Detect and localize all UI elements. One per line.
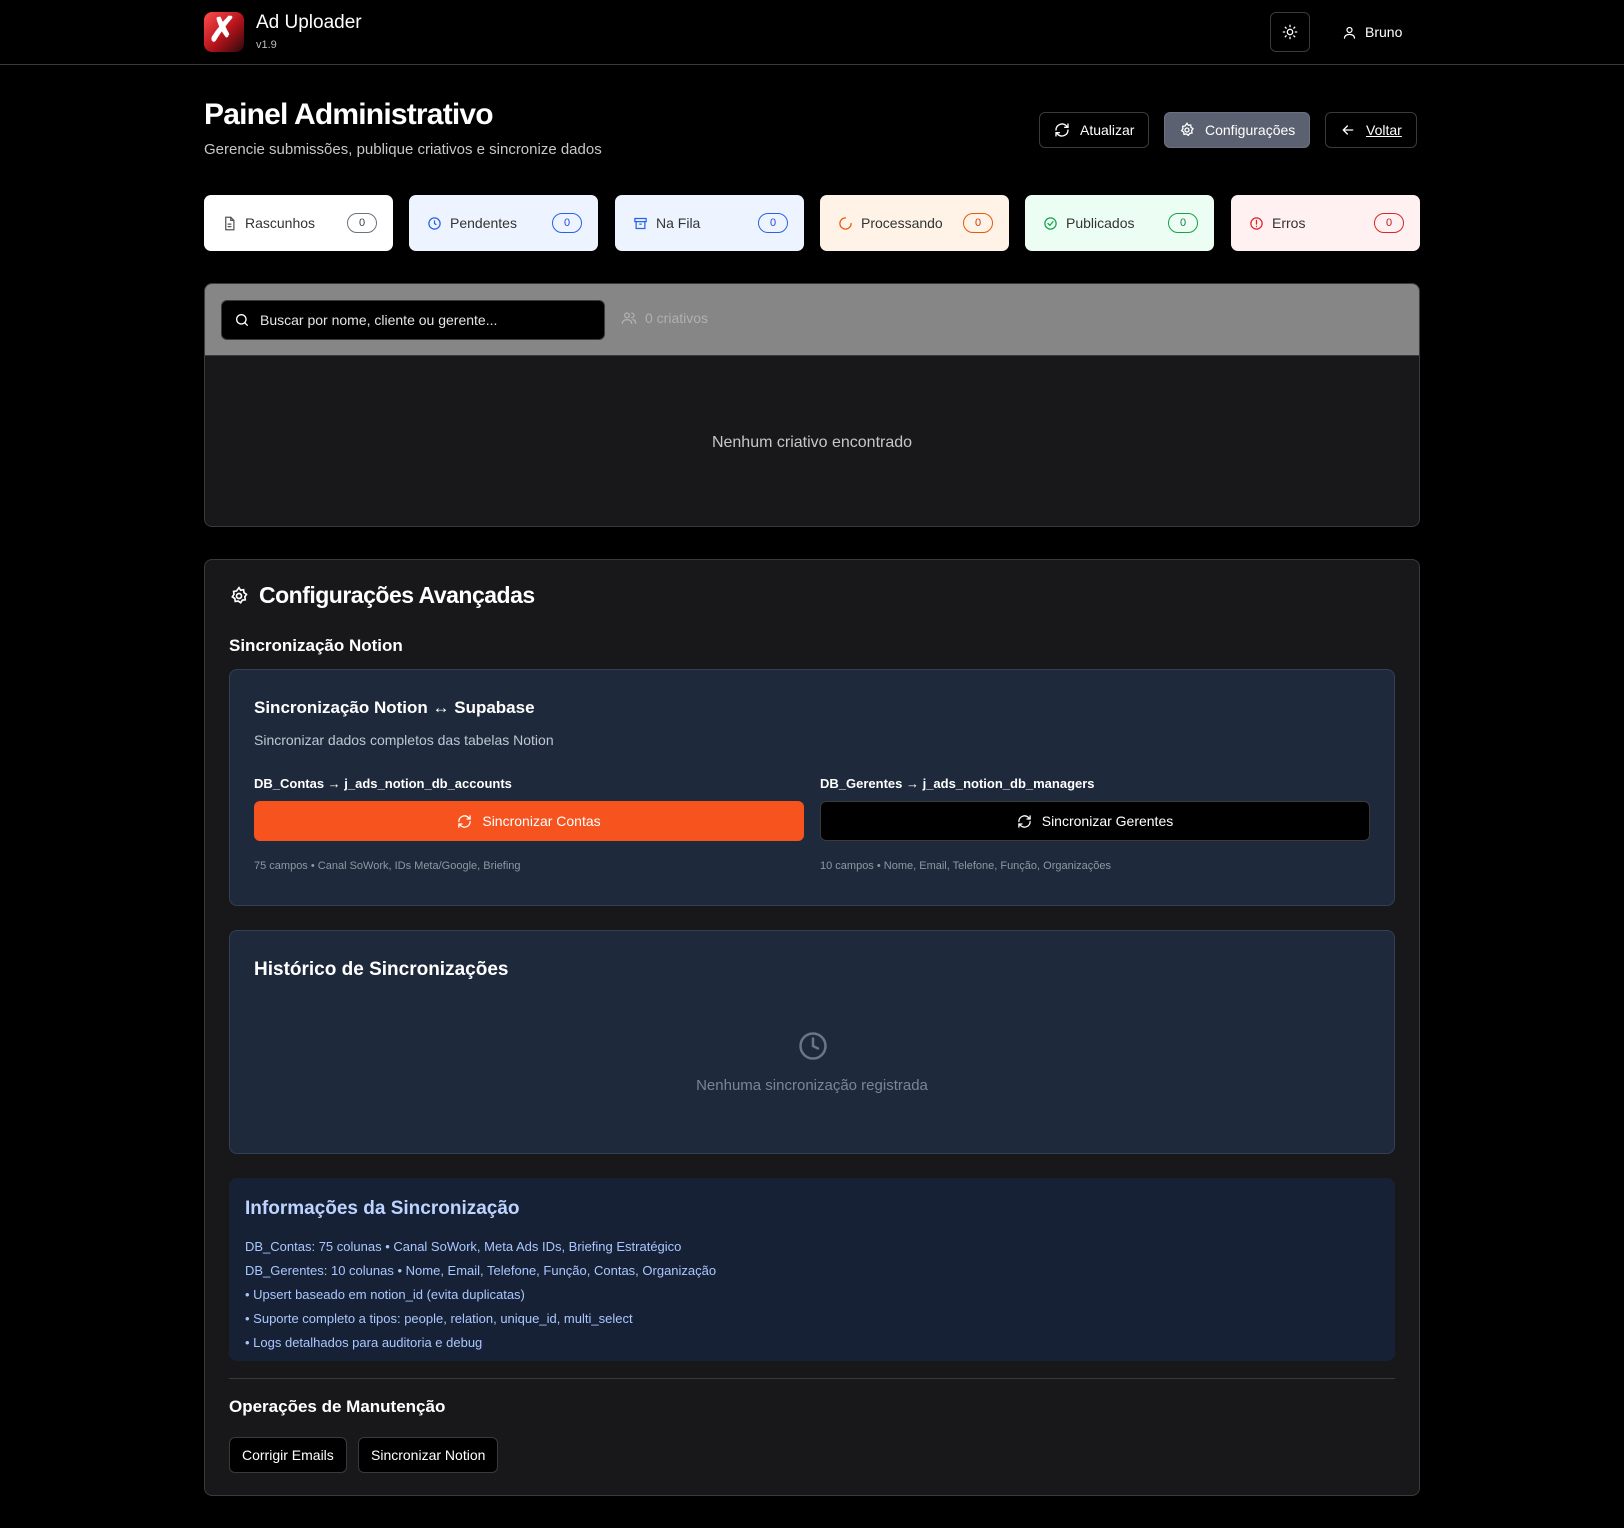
file-icon (225, 216, 235, 230)
notion-sync-card: Sincronização Notion ↔ Supabase Sincroni… (229, 669, 1395, 906)
spinner-icon (839, 216, 852, 230)
fix-emails-button[interactable]: Corrigir Emails (229, 1437, 347, 1473)
app-version: v1.9 (256, 39, 277, 51)
search-input[interactable] (260, 312, 590, 328)
sync-history-title: Histórico de Sincronizações (254, 959, 509, 980)
search-box[interactable] (221, 300, 605, 340)
sync-card-title: Sincronização Notion ↔ Supabase (254, 698, 535, 717)
list-item: • Logs detalhados para auditoria e debug (245, 1335, 483, 1350)
theme-toggle-button[interactable] (1270, 12, 1310, 52)
accounts-note: 75 campos • Canal SoWork, IDs Meta/Googl… (254, 860, 521, 872)
sync-managers-button[interactable]: Sincronizar Gerentes (820, 801, 1370, 841)
accounts-db-heading: DB_Contas → j_ads_notion_db_accounts (254, 776, 512, 791)
check-circle-icon (1044, 216, 1057, 230)
list-item: DB_Contas: 75 colunas • Canal SoWork, Me… (245, 1239, 682, 1254)
status-count: 0 (1168, 213, 1198, 233)
divider (229, 1378, 1395, 1379)
gear-icon (1180, 122, 1194, 137)
page-title: Painel Administrativo (204, 98, 494, 131)
advanced-settings-panel: Configurações Avançadas Sincronização No… (204, 559, 1420, 1496)
creatives-empty-message: Nenhum criativo encontrado (711, 434, 913, 451)
clock-icon (428, 216, 441, 230)
app-title: Ad Uploader (256, 12, 362, 33)
creatives-count: 0 criativos (621, 310, 708, 326)
list-item: • Upsert baseado em notion_id (evita dup… (245, 1287, 525, 1302)
status-count: 0 (1374, 213, 1404, 233)
list-item: • Suporte completo a tipos: people, rela… (245, 1311, 633, 1326)
settings-button[interactable]: Configurações (1164, 112, 1311, 148)
refresh-icon (1055, 123, 1069, 137)
sync-accounts-button[interactable]: Sincronizar Contas (254, 801, 804, 841)
sync-notion-button[interactable]: Sincronizar Notion (358, 1437, 499, 1473)
search-icon (236, 314, 248, 326)
clock-icon (799, 1032, 827, 1060)
sun-icon (1282, 24, 1298, 40)
status-count: 0 (758, 213, 788, 233)
refresh-icon (1017, 814, 1031, 828)
arrow-left-icon (1342, 125, 1354, 135)
user-icon (1343, 26, 1356, 39)
sync-info-title: Informações da Sincronização (245, 1198, 520, 1219)
alert-circle-icon (1250, 216, 1263, 230)
managers-db-heading: DB_Gerentes → j_ads_notion_db_managers (820, 776, 1095, 791)
notion-section-title: Sincronização Notion (229, 636, 403, 655)
back-button[interactable]: Voltar (1325, 112, 1417, 148)
status-card-errors[interactable]: Erros 0 (1231, 195, 1420, 251)
creatives-toolbar: 0 criativos (205, 284, 1419, 356)
user-name: Bruno (1365, 24, 1403, 40)
creatives-panel: 0 criativos Nenhum criativo encontrado (204, 283, 1420, 527)
users-icon (621, 312, 637, 324)
maintenance-title: Operações de Manutenção (229, 1397, 446, 1416)
status-card-pending[interactable]: Pendentes 0 (409, 195, 598, 251)
status-card-published[interactable]: Publicados 0 (1025, 195, 1214, 251)
managers-note: 10 campos • Nome, Email, Telefone, Funçã… (820, 860, 1112, 872)
status-count: 0 (347, 213, 377, 233)
advanced-settings-title: Configurações Avançadas (229, 582, 535, 609)
sync-history-empty: Nenhuma sincronização registrada (696, 1077, 928, 1094)
gear-icon (231, 585, 248, 604)
status-count: 0 (552, 213, 582, 233)
user-menu-button[interactable]: Bruno (1342, 18, 1402, 46)
sync-history-card: Histórico de Sincronizações Nenhuma sinc… (229, 930, 1395, 1154)
list-item: DB_Gerentes: 10 colunas • Nome, Email, T… (245, 1263, 717, 1278)
top-bar: ✗ Ad Uploader v1.9 Bruno (0, 0, 1624, 65)
status-card-queue[interactable]: Na Fila 0 (615, 195, 804, 251)
status-card-drafts[interactable]: Rascunhos 0 (204, 195, 393, 251)
status-count: 0 (963, 213, 993, 233)
sync-card-description: Sincronizar dados completos das tabelas … (254, 732, 554, 748)
status-card-processing[interactable]: Processando 0 (820, 195, 1009, 251)
sync-info-list: DB_Contas: 75 colunas • Canal SoWork, Me… (245, 1238, 716, 1358)
page-subtitle: Gerencie submissões, publique criativos … (204, 141, 602, 158)
archive-icon (634, 217, 647, 229)
app-logo: ✗ (204, 12, 244, 52)
refresh-icon (458, 814, 472, 828)
refresh-button[interactable]: Atualizar (1039, 112, 1150, 148)
sync-info-box: Informações da Sincronização DB_Contas: … (229, 1178, 1395, 1361)
